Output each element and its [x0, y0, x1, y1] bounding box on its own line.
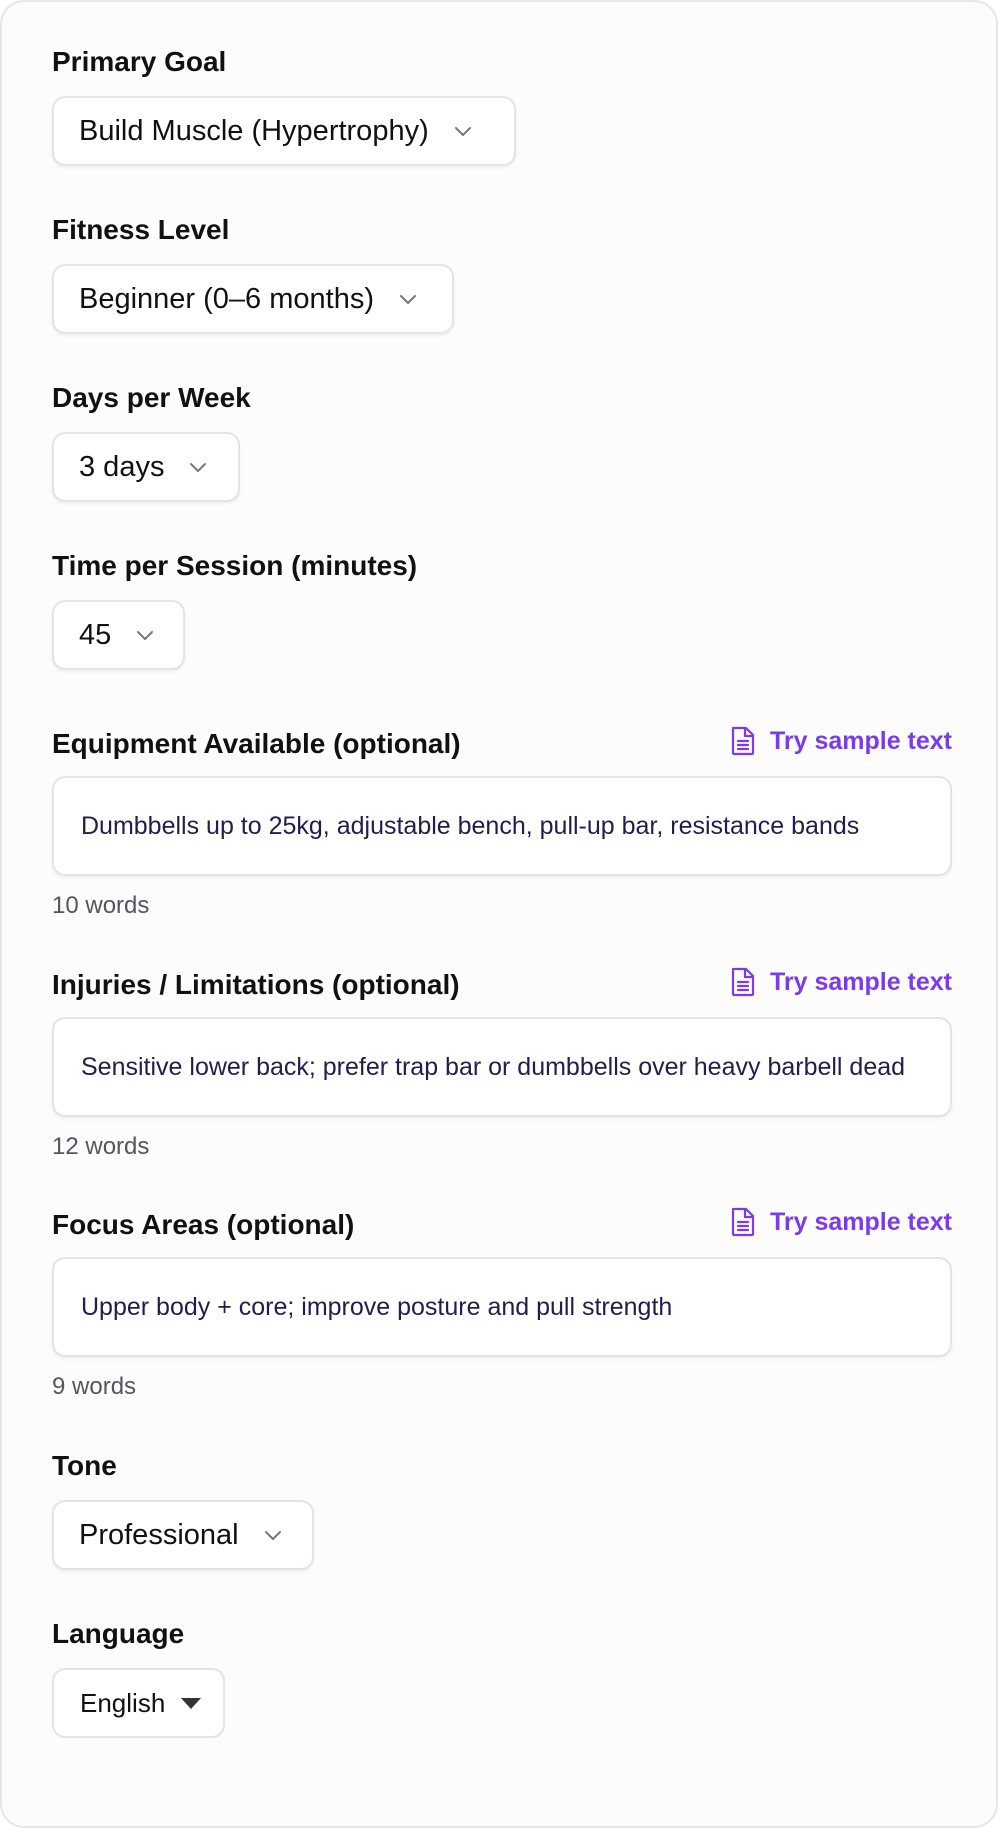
- primary-goal-field: Primary Goal Build Muscle (Hypertrophy): [52, 44, 952, 166]
- document-icon: [731, 1207, 755, 1237]
- focus-areas-field: Focus Areas (optional) Try sample text U…: [52, 1207, 952, 1400]
- form-card: Primary Goal Build Muscle (Hypertrophy) …: [0, 0, 998, 1828]
- focus-areas-try-sample-label: Try sample text: [769, 1207, 952, 1236]
- equipment-header: Equipment Available (optional) Try sampl…: [52, 726, 952, 766]
- focus-areas-word-count: 9 words: [52, 1373, 137, 1400]
- fitness-level-value: Beginner (0–6 months): [79, 282, 374, 315]
- chevron-down-icon: [454, 127, 471, 136]
- language-select[interactable]: English: [52, 1668, 225, 1738]
- injuries-try-sample-label: Try sample text: [769, 967, 952, 996]
- days-per-week-select[interactable]: 3 days: [52, 432, 240, 502]
- time-per-session-field: Time per Session (minutes) 45: [52, 548, 952, 670]
- days-per-week-field: Days per Week 3 days: [52, 380, 952, 502]
- equipment-input-value: Dumbbells up to 25kg, adjustable bench, …: [81, 811, 860, 840]
- injuries-field: Injuries / Limitations (optional) Try sa…: [52, 967, 952, 1160]
- focus-areas-header: Focus Areas (optional) Try sample text: [52, 1207, 952, 1247]
- chevron-down-icon: [400, 295, 416, 304]
- fitness-level-field: Fitness Level Beginner (0–6 months): [52, 212, 952, 334]
- document-icon: [731, 967, 755, 997]
- primary-goal-value: Build Muscle (Hypertrophy): [79, 114, 429, 147]
- tone-field: Tone Professional: [52, 1448, 952, 1570]
- language-label: Language: [52, 1618, 185, 1649]
- equipment-field: Equipment Available (optional) Try sampl…: [52, 726, 952, 919]
- focus-areas-input-value: Upper body + core; improve posture and p…: [81, 1292, 673, 1321]
- tone-label: Tone: [52, 1450, 117, 1481]
- injuries-word-count: 12 words: [52, 1133, 150, 1160]
- fitness-level-select[interactable]: Beginner (0–6 months): [52, 264, 454, 334]
- chevron-down-icon: [190, 463, 207, 472]
- time-per-session-select[interactable]: 45: [52, 600, 185, 670]
- chevron-down-icon: [264, 1531, 281, 1540]
- focus-areas-try-sample-link[interactable]: Try sample text: [730, 1207, 952, 1237]
- injuries-header: Injuries / Limitations (optional) Try sa…: [52, 967, 952, 1007]
- caret-down-icon: [181, 1697, 202, 1709]
- tone-value: Professional: [79, 1518, 239, 1551]
- primary-goal-label: Primary Goal: [52, 46, 227, 77]
- days-per-week-label: Days per Week: [52, 382, 251, 413]
- time-per-session-label: Time per Session (minutes): [52, 550, 418, 581]
- chevron-down-icon: [137, 631, 154, 640]
- equipment-word-count: 10 words: [52, 892, 150, 919]
- injuries-try-sample-link[interactable]: Try sample text: [730, 967, 952, 997]
- injuries-input-value: Sensitive lower back; prefer trap bar or…: [81, 1052, 906, 1081]
- document-icon: [731, 726, 755, 756]
- equipment-input[interactable]: Dumbbells up to 25kg, adjustable bench, …: [52, 776, 952, 876]
- fitness-level-label: Fitness Level: [52, 214, 230, 245]
- injuries-input[interactable]: Sensitive lower back; prefer trap bar or…: [52, 1017, 952, 1117]
- language-field: Language English: [52, 1616, 952, 1738]
- language-value: English: [80, 1687, 166, 1718]
- equipment-try-sample-label: Try sample text: [769, 726, 952, 755]
- equipment-try-sample-link[interactable]: Try sample text: [730, 726, 952, 756]
- time-per-session-value: 45: [79, 618, 112, 651]
- focus-areas-input[interactable]: Upper body + core; improve posture and p…: [52, 1257, 952, 1357]
- days-per-week-value: 3 days: [79, 450, 165, 483]
- primary-goal-select[interactable]: Build Muscle (Hypertrophy): [52, 96, 516, 166]
- tone-select[interactable]: Professional: [52, 1500, 314, 1570]
